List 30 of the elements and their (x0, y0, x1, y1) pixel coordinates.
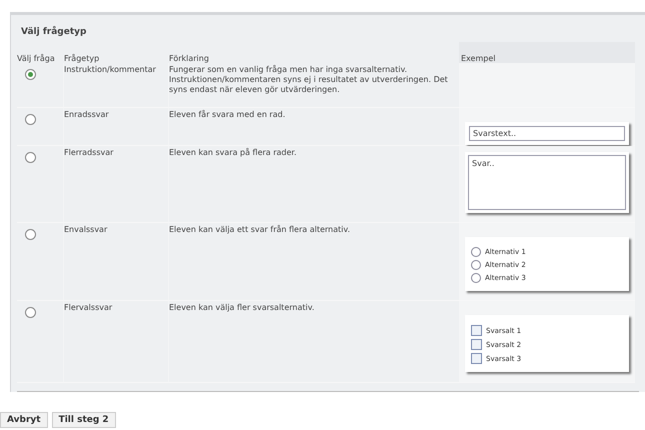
table-cell-text: Enradssvar (64, 110, 110, 120)
table-cell-text: Eleven kan välja ett svar från flera alternativ. (169, 225, 352, 235)
checkbox[interactable] (471, 339, 482, 350)
radio-button[interactable] (25, 229, 36, 240)
table-cell-text: Flervalssvar (64, 303, 114, 313)
radio-button[interactable] (471, 273, 481, 283)
table-cell-text: Envalssvar (64, 225, 108, 235)
column-header: Frågetyp (64, 53, 100, 63)
answer-textarea[interactable]: Svar.. (468, 155, 626, 210)
next-button[interactable]: Till steg 2 (52, 412, 116, 428)
checkbox[interactable] (471, 325, 482, 336)
table-cell-text: Fungerar som en vanlig fråga men har inga svarsalternativ. Instruktionen/kommentaren syns ej i resultatet av utverderingen. Det syns endast när eleven gör utvärderingen. (169, 65, 449, 95)
panel-title: Välj frågetyp (20, 27, 88, 39)
checkbox[interactable] (471, 353, 482, 364)
table-cell-text: Eleven får svara med en rad. (169, 110, 286, 120)
answer-field[interactable]: Svarstext.. (469, 126, 625, 141)
radio-button[interactable] (471, 260, 481, 270)
column-header: Förklaring (169, 53, 210, 63)
table-cell-text: Flerradssvar (64, 148, 114, 158)
radio-button[interactable] (25, 69, 36, 80)
radio-button[interactable] (25, 152, 36, 163)
table-cell-text: Eleven kan svara på flera rader. (169, 148, 298, 158)
radio-button[interactable] (25, 307, 36, 318)
column-header: Välj fråga (17, 53, 56, 63)
cancel-button[interactable]: Avbryt (0, 412, 48, 428)
column-header: Exempel (459, 42, 635, 63)
table-cell-text: Eleven kan välja fler svarsalternativ. (169, 303, 316, 313)
radio-button[interactable] (25, 114, 36, 125)
radio-button[interactable] (471, 247, 481, 257)
table-cell-text: Instruktion/kommentar (64, 65, 157, 75)
